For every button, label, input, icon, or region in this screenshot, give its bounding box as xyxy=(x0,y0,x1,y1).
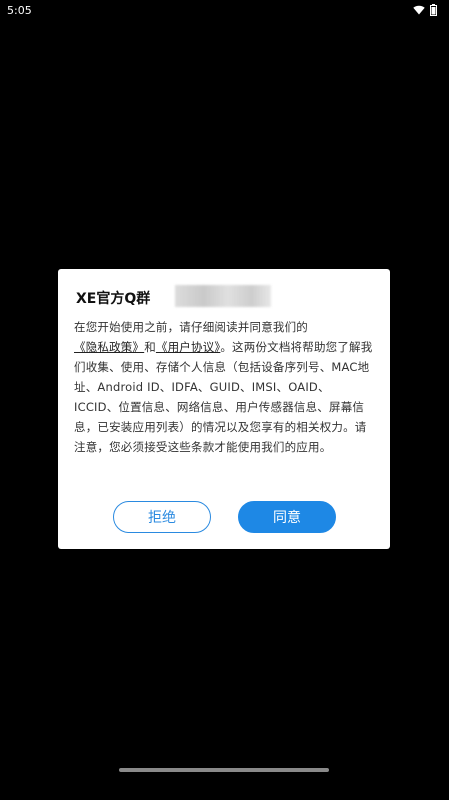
dialog-title: XE官方Q群 xyxy=(76,291,151,307)
blurred-group-id xyxy=(175,285,271,307)
dialog-buttons: 拒绝 同意 xyxy=(58,501,390,533)
status-time: 5:05 xyxy=(7,4,32,17)
privacy-dialog: XE官方Q群 在您开始使用之前，请仔细阅读并同意我们的《隐私政策》和《用户协议》… xyxy=(58,269,390,549)
status-bar: 5:05 xyxy=(0,0,449,22)
status-icons xyxy=(413,4,437,16)
wifi-icon xyxy=(413,5,425,15)
home-indicator[interactable] xyxy=(119,768,329,772)
agree-button[interactable]: 同意 xyxy=(238,501,336,533)
body-text-and: 和 xyxy=(144,340,156,354)
body-text-details: 。这两份文档将帮助您了解我们收集、使用、存储个人信息（包括设备序列号、MAC地址… xyxy=(74,340,373,454)
dialog-body: 在您开始使用之前，请仔细阅读并同意我们的《隐私政策》和《用户协议》。这两份文档将… xyxy=(74,317,374,457)
body-text-intro: 在您开始使用之前，请仔细阅读并同意我们的 xyxy=(74,320,308,334)
user-agreement-link[interactable]: 《用户协议》 xyxy=(156,340,220,354)
privacy-policy-link[interactable]: 《隐私政策》 xyxy=(74,340,144,354)
reject-button[interactable]: 拒绝 xyxy=(113,501,211,533)
battery-icon xyxy=(430,4,437,16)
